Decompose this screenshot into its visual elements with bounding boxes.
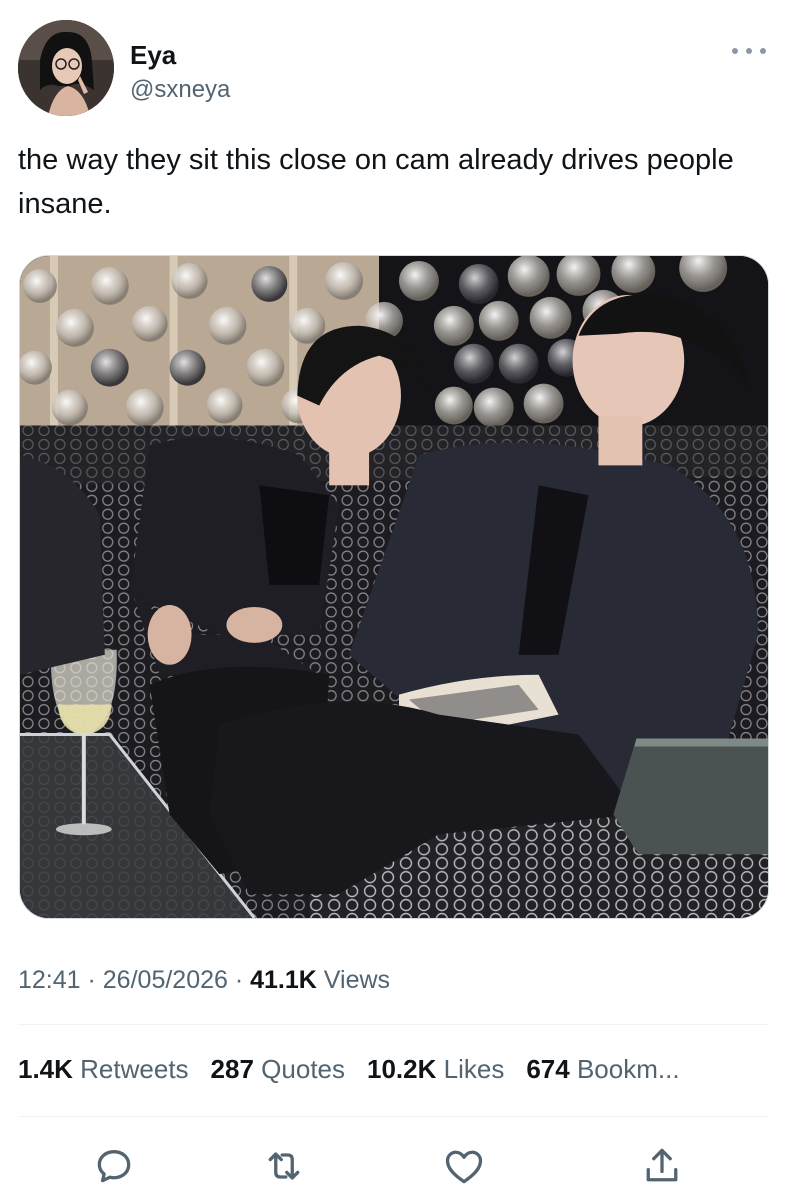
divider — [18, 1116, 769, 1117]
divider — [18, 1024, 769, 1025]
meta-separator: · — [80, 966, 103, 994]
author-name[interactable]: Eya — [130, 40, 176, 71]
tweet-time[interactable]: 12:41 — [18, 966, 81, 994]
more-horizontal-icon[interactable] — [732, 44, 766, 58]
tweet-header: Eya @sxneya — [18, 20, 778, 120]
bookmarks-stat[interactable]: 674 Bookm... — [526, 1054, 679, 1085]
bookmarks-count: 674 — [526, 1054, 570, 1084]
tweet-meta: 12:41 · 26/05/2026 · 41.1K Views — [18, 966, 390, 995]
quotes-count: 287 — [210, 1054, 254, 1084]
reply-icon — [97, 1150, 131, 1183]
tweet-media-photo[interactable] — [19, 255, 769, 919]
views-label: Views — [323, 966, 391, 994]
more-dot — [732, 48, 738, 54]
bookmarks-label: Bookm... — [576, 1054, 680, 1084]
share-icon — [646, 1148, 678, 1182]
tweet-actions — [0, 1138, 787, 1194]
retweets-stat[interactable]: 1.4K Retweets — [18, 1054, 189, 1085]
like-button[interactable] — [442, 1144, 486, 1188]
quotes-stat[interactable]: 287 Quotes — [211, 1054, 345, 1085]
retweets-label: Retweets — [80, 1054, 189, 1084]
meta-separator: · — [227, 966, 251, 994]
author-handle[interactable]: @sxneya — [130, 76, 230, 104]
likes-stat[interactable]: 10.2K Likes — [367, 1054, 504, 1085]
share-button[interactable] — [640, 1144, 684, 1188]
avatar[interactable] — [18, 20, 114, 116]
retweet-icon — [268, 1152, 300, 1180]
quotes-label: Quotes — [261, 1054, 345, 1084]
retweet-button[interactable] — [262, 1144, 306, 1188]
tweet-date[interactable]: 26/05/2026 — [103, 966, 228, 994]
photo-illustration — [20, 256, 768, 918]
likes-label: Likes — [443, 1054, 505, 1084]
likes-count: 10.2K — [367, 1054, 437, 1084]
tweet-stats: 1.4K Retweets 287 Quotes 10.2K Likes 674… — [18, 1054, 680, 1085]
tweet-text: the way they sit this close on cam alrea… — [18, 144, 734, 220]
more-dot — [760, 48, 766, 54]
avatar-photo — [18, 20, 114, 116]
retweets-count: 1.4K — [18, 1054, 73, 1084]
heart-icon — [445, 1150, 483, 1184]
reply-button[interactable] — [92, 1144, 136, 1188]
more-dot — [746, 48, 752, 54]
views-count: 41.1K — [250, 966, 317, 994]
